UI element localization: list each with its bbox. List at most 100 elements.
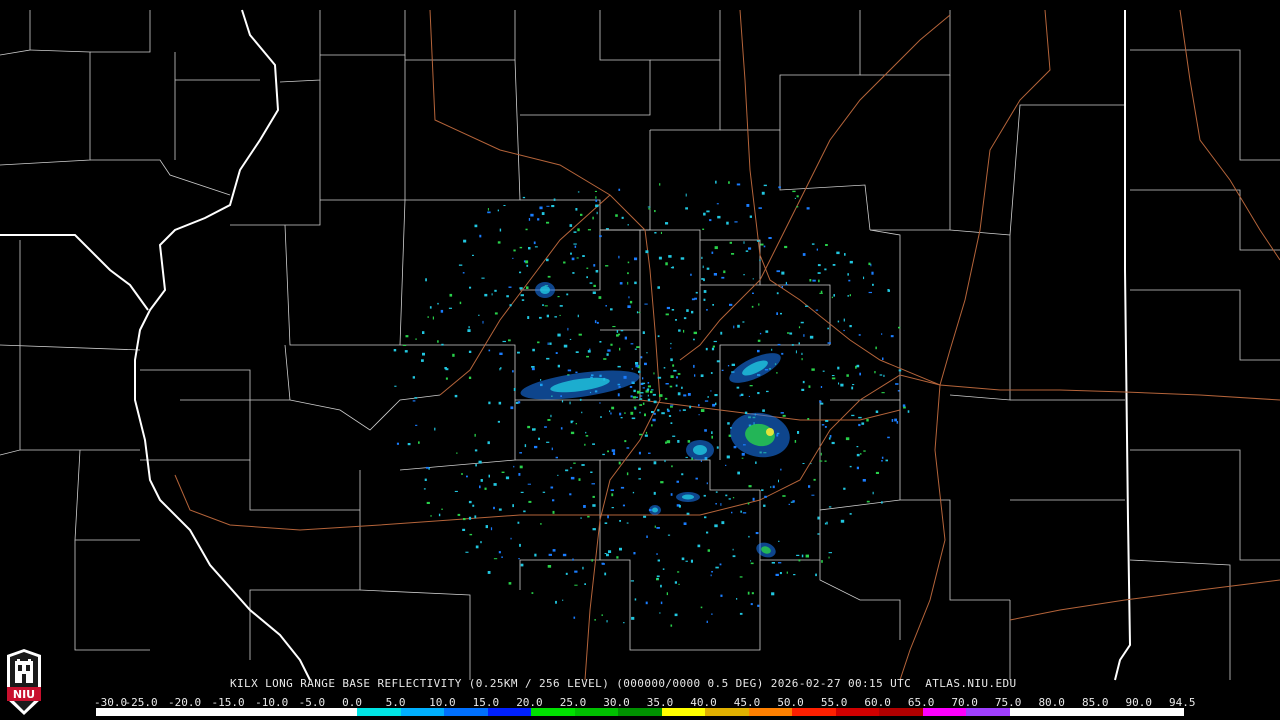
echo-pixel (765, 330, 769, 333)
echo-pixel (615, 214, 618, 217)
echo-pixel (656, 575, 660, 578)
echo-pixel (573, 616, 576, 619)
echo-pixel (438, 513, 441, 517)
colorscale-swatch (792, 708, 836, 716)
echo-pixel (642, 382, 646, 385)
echo-pixel (820, 386, 823, 388)
echo-pixel (580, 213, 583, 216)
echo-pixel (712, 403, 716, 407)
echo-pixel (796, 195, 799, 198)
echo-pixel (852, 384, 855, 386)
echo-pixel (626, 447, 630, 449)
echo-pixel (818, 279, 820, 283)
echo-pixel (479, 485, 481, 489)
echo-pixel (729, 241, 732, 244)
echo-pixel (519, 287, 523, 290)
echo-pixel (611, 507, 614, 509)
echo-pixel (759, 332, 762, 335)
echo-pixel (782, 495, 786, 497)
echo-pixel (798, 326, 801, 329)
echo-pixel (693, 338, 695, 341)
echo-pixel (591, 483, 595, 485)
echo-pixel (748, 395, 750, 397)
echo-pixel (685, 193, 687, 197)
echo-pixel (811, 494, 815, 496)
echo-pixel (802, 253, 806, 256)
echo-pixel (775, 573, 779, 576)
echo-pixel (530, 213, 534, 217)
echo-pixel (836, 251, 840, 255)
echo-pixel (817, 272, 821, 274)
echo-pixel (875, 471, 879, 474)
echo-pixel (701, 278, 704, 280)
echo-pixel (563, 261, 566, 264)
echo-pixel (766, 390, 769, 393)
echo-pixel (665, 383, 669, 385)
echo-pixel (828, 556, 830, 559)
echo-pixel (778, 186, 781, 189)
echo-pixel (667, 534, 671, 536)
echo-pixel (801, 388, 805, 391)
echo-pixel (713, 340, 717, 343)
echo-pixel (706, 267, 710, 270)
echo-pixel (445, 377, 448, 380)
echo-pixel (678, 329, 681, 332)
echo-pixel (794, 197, 796, 199)
echo-pixel (610, 343, 613, 346)
echo-pixel (716, 446, 719, 449)
echo-pixel (469, 533, 473, 536)
echo-pixel (608, 550, 612, 553)
echo-pixel (654, 525, 656, 528)
echo-pixel (742, 512, 747, 514)
echo-pixel (728, 181, 730, 184)
echo-pixel (582, 255, 585, 257)
echo-pixel (644, 413, 646, 417)
echo-pixel (771, 592, 775, 596)
echo-pixel (592, 495, 595, 498)
echo-pixel (749, 215, 752, 218)
echo-pixel (828, 552, 832, 554)
echo-pixel (576, 257, 579, 259)
echo-pixel (714, 394, 718, 397)
echo-pixel (828, 437, 831, 440)
echo-pixel (776, 292, 779, 295)
echo-pixel (539, 316, 542, 319)
echo-pixel (715, 566, 719, 569)
echo-pixel (561, 400, 564, 403)
echo-pixel (527, 483, 531, 485)
echo-pixel (595, 196, 597, 199)
echo-pixel (616, 556, 619, 559)
colorscale-swatch (357, 708, 401, 716)
colorscale-swatch (444, 708, 488, 716)
echo-pixel (720, 503, 722, 506)
echo-pixel (749, 385, 753, 387)
echo-pixel (670, 375, 674, 378)
echo-pixel (820, 452, 822, 456)
echo-pixel (569, 224, 573, 227)
echo-pixel (551, 205, 555, 208)
echo-pixel (703, 494, 706, 497)
echo-pixel (528, 218, 531, 221)
echo-pixel (740, 393, 744, 396)
echo-pixel (711, 435, 713, 439)
echo-pixel (567, 327, 569, 331)
echo-pixel (665, 441, 667, 444)
echo-pixel (710, 372, 713, 374)
echo-pixel (845, 437, 850, 441)
echo-pixel (691, 298, 695, 301)
echo-pixel (801, 554, 804, 558)
echo-pixel (618, 188, 621, 191)
echo-pixel (468, 350, 472, 353)
echo-pixel (831, 377, 836, 380)
echo-pixel (732, 555, 736, 558)
echo-pixel (639, 398, 643, 400)
echo-pixel (437, 302, 439, 305)
echo-pixel (689, 405, 692, 409)
echo-pixel (540, 523, 542, 525)
echo-pixel (902, 404, 906, 407)
echo-pixel (737, 471, 740, 475)
echo-pixel (650, 390, 653, 394)
echo-pixel (771, 562, 775, 564)
echo-pixel (882, 357, 884, 360)
echo-pixel (647, 206, 651, 208)
